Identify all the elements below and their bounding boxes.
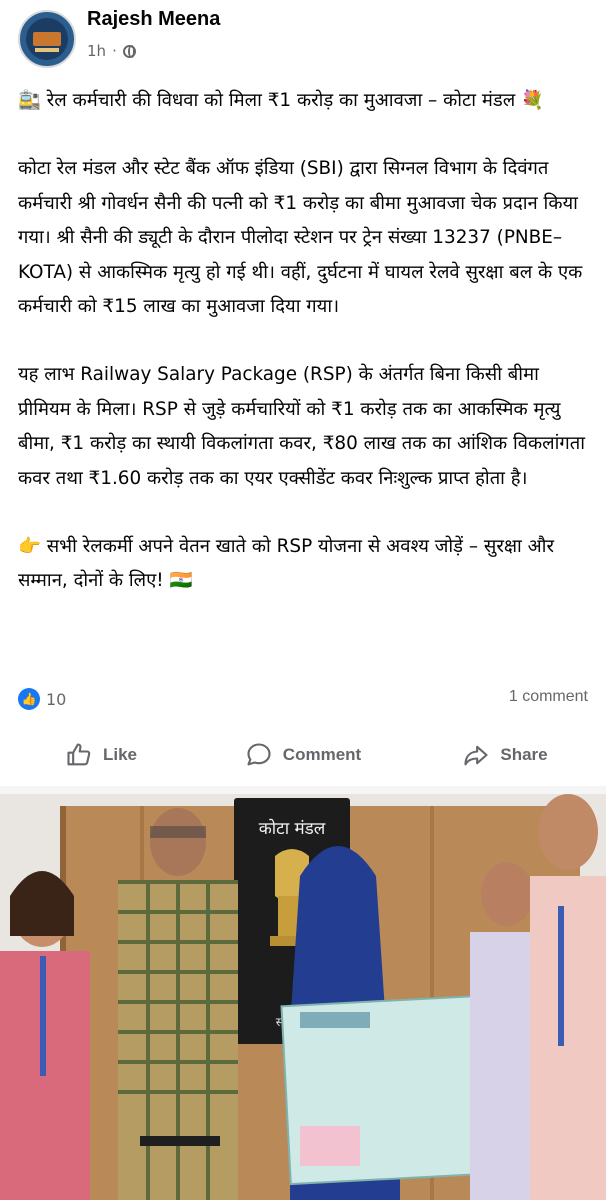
share-button[interactable]: Share bbox=[404, 724, 606, 786]
meta-separator: · bbox=[112, 42, 117, 60]
comment-button[interactable]: Comment bbox=[202, 724, 404, 786]
post-meta: 1h · bbox=[87, 42, 136, 60]
post-actions: Like Comment Share bbox=[0, 724, 606, 786]
post-photo[interactable]: कोटा मंडल सत्यमेव bbox=[0, 786, 606, 1200]
author-name[interactable]: Rajesh Meena bbox=[87, 8, 220, 31]
share-icon bbox=[464, 745, 488, 766]
reaction-summary[interactable]: 👍 10 bbox=[18, 688, 66, 710]
comment-label: Comment bbox=[282, 745, 362, 764]
comment-icon bbox=[247, 743, 271, 766]
post-paragraph: कोटा रेल मंडल और स्टेट बैंक ऑफ इंडिया (S… bbox=[18, 158, 583, 318]
post-time[interactable]: 1h bbox=[87, 42, 106, 60]
post-paragraph: 👉 सभी रेलकर्मी अपने वेतन खाते को RSP योज… bbox=[18, 536, 554, 592]
photo-illustration: कोटा मंडल सत्यमेव bbox=[0, 786, 606, 1200]
avatar[interactable] bbox=[18, 10, 76, 68]
like-reaction-icon: 👍 bbox=[18, 688, 40, 710]
share-label: Share bbox=[500, 745, 548, 764]
track-icon bbox=[35, 48, 59, 52]
board-title: कोटा मंडल bbox=[259, 818, 326, 839]
train-icon bbox=[33, 32, 61, 46]
like-button[interactable]: Like bbox=[0, 724, 202, 786]
reaction-count: 10 bbox=[46, 689, 67, 709]
post-headline: 🚉 रेल कर्मचारी की विधवा को मिला ₹1 करोड़… bbox=[18, 90, 544, 111]
post-header: Rajesh Meena 1h · bbox=[0, 0, 606, 70]
post-text: 🚉 रेल कर्मचारी की विधवा को मिला ₹1 करोड़… bbox=[18, 84, 590, 599]
globe-icon bbox=[122, 44, 136, 58]
thumbs-up-icon bbox=[67, 743, 91, 766]
like-label: Like bbox=[102, 745, 138, 764]
post-paragraph: यह लाभ Railway Salary Package (RSP) के अ… bbox=[18, 364, 585, 489]
comment-count[interactable]: 1 comment bbox=[509, 688, 588, 706]
